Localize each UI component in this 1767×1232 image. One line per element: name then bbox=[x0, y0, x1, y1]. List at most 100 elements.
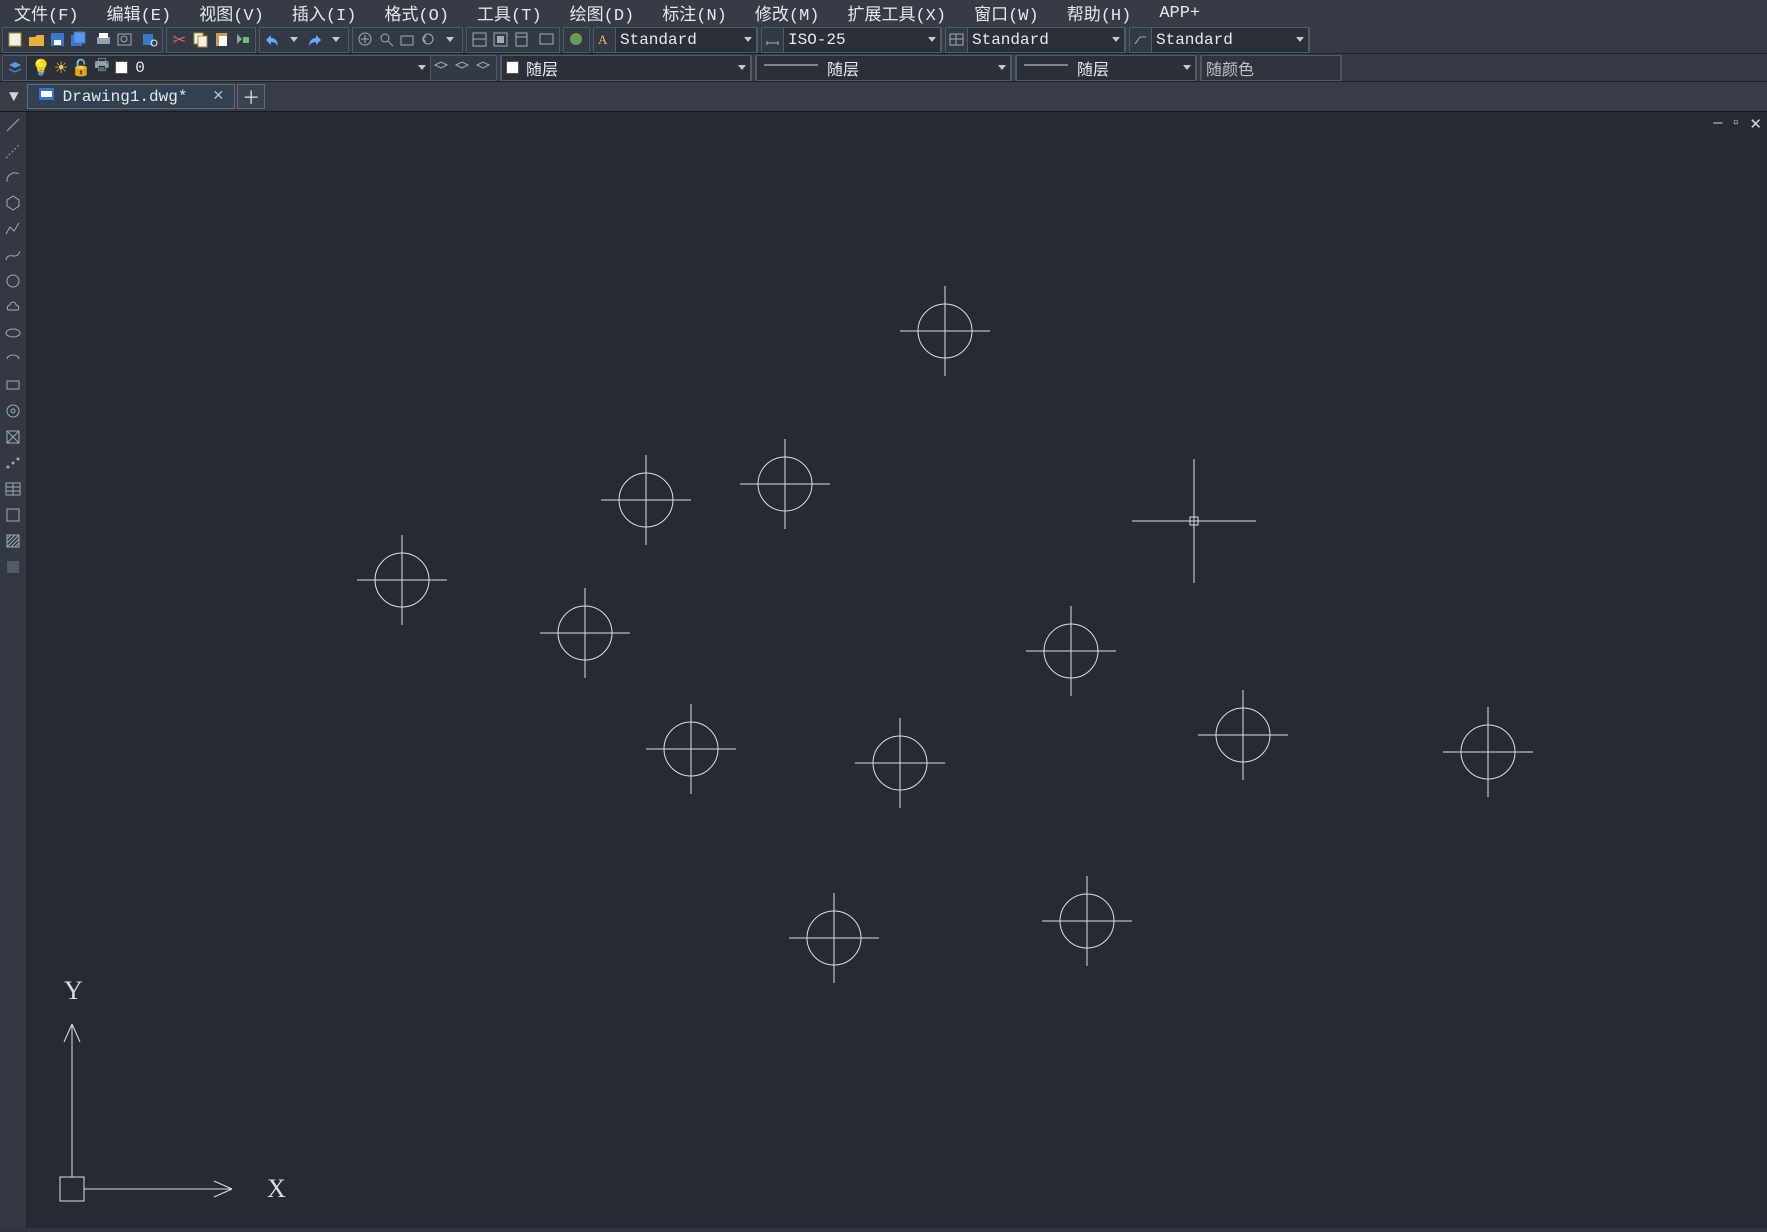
design-center-button[interactable] bbox=[490, 29, 511, 50]
plotstyle-toolbar: 随颜色 bbox=[1200, 55, 1342, 81]
dropdown-arrow-icon bbox=[738, 65, 746, 70]
drawing-crosshair-circle[interactable] bbox=[900, 286, 990, 376]
copy-button[interactable] bbox=[190, 29, 211, 50]
paste-button[interactable] bbox=[211, 29, 232, 50]
drawing-crosshair-circle[interactable] bbox=[357, 535, 447, 625]
revision-cloud-tool[interactable] bbox=[2, 296, 24, 318]
plot-button[interactable] bbox=[93, 29, 114, 50]
new-file-button[interactable] bbox=[5, 29, 26, 50]
layer-manager-button[interactable] bbox=[5, 57, 26, 78]
drawing-crosshair-circle[interactable] bbox=[1443, 707, 1533, 797]
table-tool[interactable] bbox=[2, 478, 24, 500]
zoom-previous-button[interactable] bbox=[418, 29, 439, 50]
zoom-dropdown-icon[interactable] bbox=[439, 29, 460, 50]
layer-states-button[interactable] bbox=[452, 57, 473, 78]
layer-previous-button[interactable] bbox=[431, 57, 452, 78]
viewport-minimize-button[interactable]: — bbox=[1713, 115, 1722, 134]
layer-combo[interactable]: 💡 ☀ 🔓 🖶 0 bbox=[26, 55, 431, 81]
menu-dimension[interactable]: 标注(N) bbox=[648, 0, 741, 26]
ellipse-arc-tool[interactable] bbox=[2, 348, 24, 370]
open-file-button[interactable] bbox=[26, 29, 47, 50]
zoom-window-button[interactable] bbox=[397, 29, 418, 50]
drawing-area[interactable]: — ▫ ✕ XY bbox=[27, 112, 1767, 1228]
plot-preview-button[interactable] bbox=[114, 29, 135, 50]
tool-palettes-button[interactable] bbox=[511, 29, 532, 50]
polyline-tool[interactable] bbox=[2, 218, 24, 240]
lineweight-toolbar: 随层 bbox=[755, 55, 1012, 81]
undo-button[interactable] bbox=[262, 29, 283, 50]
properties-button[interactable] bbox=[469, 29, 490, 50]
document-tab-active[interactable]: Drawing1.dwg* ✕ bbox=[27, 84, 236, 109]
drawing-crosshair-circle[interactable] bbox=[1198, 690, 1288, 780]
save-button[interactable] bbox=[47, 29, 68, 50]
save-as-button[interactable] bbox=[68, 29, 89, 50]
cleanscreen-button[interactable] bbox=[536, 29, 557, 50]
line-tool[interactable] bbox=[2, 114, 24, 136]
new-tab-button[interactable]: ＋ bbox=[237, 84, 265, 109]
gradient-tool[interactable] bbox=[2, 556, 24, 578]
block-insert-tool[interactable] bbox=[2, 426, 24, 448]
mleader-style-icon[interactable] bbox=[1130, 29, 1151, 50]
menu-express[interactable]: 扩展工具(X) bbox=[833, 0, 960, 26]
donut-tool[interactable] bbox=[2, 400, 24, 422]
dim-style-value: ISO-25 bbox=[788, 31, 925, 49]
menu-draw[interactable]: 绘图(D) bbox=[556, 0, 649, 26]
dim-style-icon[interactable] bbox=[762, 29, 783, 50]
construction-line-tool[interactable] bbox=[2, 140, 24, 162]
cut-button[interactable]: ✂ bbox=[169, 29, 190, 50]
menu-edit[interactable]: 编辑(E) bbox=[93, 0, 186, 26]
drawing-crosshair-circle[interactable] bbox=[601, 455, 691, 545]
circle-tool[interactable] bbox=[2, 270, 24, 292]
menu-tools[interactable]: 工具(T) bbox=[463, 0, 556, 26]
viewport-maximize-button[interactable]: ▫ bbox=[1731, 115, 1740, 134]
linetype-combo[interactable]: 随层 bbox=[1016, 55, 1196, 81]
drawing-crosshair-circle[interactable] bbox=[1026, 606, 1116, 696]
match-properties-button[interactable] bbox=[232, 29, 253, 50]
drawing-crosshair-circle[interactable] bbox=[1042, 876, 1132, 966]
drawing-crosshair-circle[interactable] bbox=[646, 704, 736, 794]
color-value: 随层 bbox=[526, 56, 735, 80]
dropdown-arrow-icon bbox=[418, 65, 426, 70]
redo-button[interactable] bbox=[304, 29, 325, 50]
menu-modify[interactable]: 修改(M) bbox=[741, 0, 834, 26]
undo-dropdown-icon[interactable] bbox=[283, 29, 304, 50]
dim-style-combo[interactable]: ISO-25 bbox=[783, 27, 941, 53]
point-tool[interactable] bbox=[2, 452, 24, 474]
close-tab-button[interactable]: ✕ bbox=[212, 88, 224, 105]
rectangle-tool[interactable] bbox=[2, 374, 24, 396]
menu-insert[interactable]: 插入(I) bbox=[278, 0, 371, 26]
spline-tool[interactable] bbox=[2, 244, 24, 266]
ellipse-tool[interactable] bbox=[2, 322, 24, 344]
pan-button[interactable] bbox=[355, 29, 376, 50]
drawing-crosshair-circle[interactable] bbox=[855, 718, 945, 808]
color-combo[interactable]: 随层 bbox=[501, 55, 751, 81]
menu-file[interactable]: 文件(F) bbox=[0, 0, 93, 26]
tab-menu-toggle[interactable]: ▼ bbox=[3, 88, 25, 106]
menubar: 文件(F) 编辑(E) 视图(V) 插入(I) 格式(O) 工具(T) 绘图(D… bbox=[0, 0, 1767, 26]
menu-window[interactable]: 窗口(W) bbox=[960, 0, 1053, 26]
drawing-crosshair-circle[interactable] bbox=[740, 439, 830, 529]
text-style-icon[interactable]: A bbox=[594, 29, 615, 50]
redo-dropdown-icon[interactable] bbox=[325, 29, 346, 50]
menu-view[interactable]: 视图(V) bbox=[185, 0, 278, 26]
text-style-combo[interactable]: Standard bbox=[615, 27, 757, 53]
mleader-style-combo[interactable]: Standard bbox=[1151, 27, 1309, 53]
hatch-tool[interactable] bbox=[2, 530, 24, 552]
zoom-realtime-button[interactable] bbox=[376, 29, 397, 50]
menu-appplus[interactable]: APP+ bbox=[1145, 0, 1214, 26]
menu-format[interactable]: 格式(O) bbox=[370, 0, 463, 26]
menu-help[interactable]: 帮助(H) bbox=[1053, 0, 1146, 26]
render-button[interactable] bbox=[566, 29, 587, 50]
drawing-crosshair-circle[interactable] bbox=[789, 893, 879, 983]
lineweight-combo[interactable]: 随层 bbox=[756, 55, 1011, 81]
polygon-tool[interactable] bbox=[2, 192, 24, 214]
layer-isolate-button[interactable] bbox=[473, 57, 494, 78]
viewport-close-button[interactable]: ✕ bbox=[1749, 115, 1762, 134]
arc-tool[interactable] bbox=[2, 166, 24, 188]
table-style-combo[interactable]: Standard bbox=[967, 27, 1125, 53]
table-style-icon[interactable] bbox=[946, 29, 967, 50]
find-button[interactable] bbox=[139, 29, 160, 50]
drawing-crosshair-circle[interactable] bbox=[540, 588, 630, 678]
region-tool[interactable] bbox=[2, 504, 24, 526]
plotstyle-combo[interactable]: 随颜色 bbox=[1201, 55, 1341, 81]
